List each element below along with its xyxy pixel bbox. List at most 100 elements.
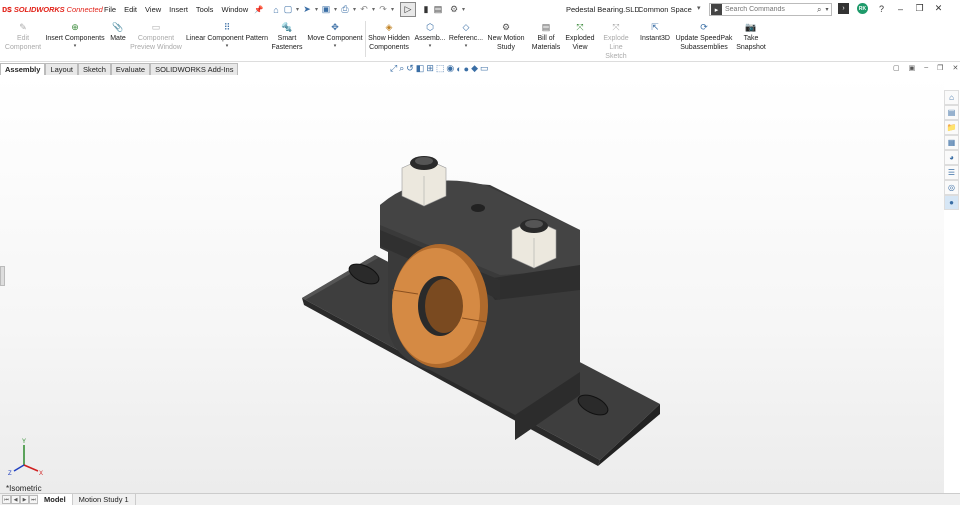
options-dropdown-icon[interactable]: ▾ bbox=[460, 6, 467, 13]
hide-show-icon[interactable]: ◐ bbox=[456, 64, 461, 74]
select-icon[interactable]: ▷ bbox=[400, 2, 416, 17]
next-tab-icon[interactable]: ▶ bbox=[20, 495, 29, 504]
previous-view-icon[interactable]: ↺ bbox=[406, 63, 414, 74]
reference-geometry-dropdown-icon[interactable]: ▾ bbox=[465, 43, 468, 49]
reference-geometry-button[interactable]: ◇ Referenc... ▾ bbox=[449, 21, 483, 50]
new-dropdown-icon[interactable]: ▾ bbox=[294, 6, 301, 13]
print-dropdown-icon[interactable]: ▾ bbox=[351, 6, 358, 13]
space-dropdown-icon[interactable]: ▾ bbox=[697, 4, 701, 12]
section-view-icon[interactable]: ◧ bbox=[416, 63, 425, 74]
undo-icon[interactable]: ↶ bbox=[358, 3, 370, 17]
hex-nut-left[interactable] bbox=[401, 156, 447, 207]
file-explorer-icon[interactable]: 📁 bbox=[944, 120, 959, 135]
rebuild-icon[interactable]: ▮ bbox=[420, 3, 432, 17]
menu-view[interactable]: View bbox=[145, 5, 161, 14]
redo-dropdown-icon[interactable]: ▾ bbox=[389, 6, 396, 13]
mate-button[interactable]: 📎 Mate bbox=[108, 21, 128, 43]
show-hidden-button[interactable]: ◈ Show Hidden Components bbox=[368, 21, 410, 52]
apply-scene-icon[interactable]: ◆ bbox=[471, 63, 478, 74]
menu-tools[interactable]: Tools bbox=[196, 5, 214, 14]
new-document-icon[interactable]: ▢ bbox=[282, 3, 294, 17]
home-icon[interactable]: ⌂ bbox=[270, 3, 282, 17]
display-style-icon[interactable]: ◉ bbox=[446, 63, 454, 74]
graphics-area[interactable]: ⤢ ⌕ ↺ ◧ ⊞ ⬚ ◉ ◐ ● ◆ ▭ ▢ ▣ – ❐ ✕ Y X Z *I… bbox=[0, 63, 958, 493]
exploded-view-button[interactable]: ⤧ Exploded View bbox=[564, 21, 596, 52]
last-tab-icon[interactable]: ⏭ bbox=[29, 495, 38, 504]
linear-pattern-dropdown-icon[interactable]: ▾ bbox=[226, 43, 229, 49]
terminal-icon[interactable]: › bbox=[838, 3, 849, 14]
undo-dropdown-icon[interactable]: ▾ bbox=[370, 6, 377, 13]
avatar[interactable]: RK bbox=[857, 3, 868, 14]
view-orientation-icon[interactable]: ⬚ bbox=[436, 63, 445, 74]
close-icon[interactable]: ✕ bbox=[933, 3, 944, 14]
component-preview-button[interactable]: ▭ Component Preview Window bbox=[130, 21, 182, 52]
view-palette-icon[interactable]: ▦ bbox=[944, 135, 959, 150]
tab-model[interactable]: Model bbox=[38, 494, 73, 505]
menu-file[interactable]: File bbox=[104, 5, 116, 14]
space-selector[interactable]: Common Space bbox=[638, 5, 692, 14]
menu-edit[interactable]: Edit bbox=[124, 5, 137, 14]
options-icon[interactable]: ⚙ bbox=[448, 3, 460, 17]
tab-layout[interactable]: Layout bbox=[45, 63, 78, 75]
search-icon[interactable]: ⌕ bbox=[817, 5, 821, 15]
insert-components-dropdown-icon[interactable]: ▾ bbox=[74, 43, 77, 49]
bronze-bushing[interactable] bbox=[391, 244, 488, 368]
prev-tab-icon[interactable]: ◀ bbox=[11, 495, 20, 504]
move-component-button[interactable]: ✥ Move Component ▾ bbox=[306, 21, 364, 50]
bill-of-materials-button[interactable]: ▤ Bill of Materials bbox=[530, 21, 562, 52]
move-component-dropdown-icon[interactable]: ▾ bbox=[334, 43, 337, 49]
save-dropdown-icon[interactable]: ▾ bbox=[332, 6, 339, 13]
design-library-icon[interactable]: ▤ bbox=[944, 105, 959, 120]
search-dropdown-icon[interactable]: ▾ bbox=[825, 6, 828, 13]
zoom-area-icon[interactable]: ⌕ bbox=[399, 63, 404, 74]
menu-insert[interactable]: Insert bbox=[169, 5, 188, 14]
save-icon[interactable]: ▣ bbox=[320, 3, 332, 17]
pin-menu-icon[interactable]: 📌 bbox=[254, 5, 263, 14]
edit-component-button[interactable]: ✎ Edit Component bbox=[4, 21, 42, 52]
viewport-close-icon[interactable]: ✕ bbox=[952, 64, 958, 72]
tab-addins[interactable]: SOLIDWORKS Add-Ins bbox=[150, 63, 239, 75]
explode-line-sketch-button[interactable]: ⤧ Explode Line Sketch bbox=[598, 21, 634, 61]
zoom-to-fit-icon[interactable]: ⤢ bbox=[390, 63, 397, 74]
viewport-expand-icon[interactable]: ▢ bbox=[893, 64, 900, 72]
solidworks-forum-icon[interactable]: ◎ bbox=[944, 180, 959, 195]
open-dropdown-icon[interactable]: ▾ bbox=[313, 6, 320, 13]
dynamic-annotation-icon[interactable]: ⊞ bbox=[426, 63, 434, 74]
viewport-split-icon[interactable]: ▣ bbox=[909, 64, 916, 72]
assembly-features-button[interactable]: ⬡ Assemb... ▾ bbox=[414, 21, 446, 50]
instant3d-button[interactable]: ⇱ Instant3D bbox=[638, 21, 672, 43]
tab-motion-study-1[interactable]: Motion Study 1 bbox=[73, 494, 136, 505]
open-document-icon[interactable]: ➤ bbox=[301, 3, 313, 17]
tab-assembly[interactable]: Assembly bbox=[0, 63, 46, 75]
connected-icon[interactable]: ● bbox=[944, 195, 959, 210]
insert-components-button[interactable]: ⊕ Insert Components ▾ bbox=[45, 21, 105, 50]
view-settings-icon[interactable]: ▭ bbox=[480, 63, 489, 74]
file-properties-icon[interactable]: ▤ bbox=[432, 3, 444, 17]
viewport-restore-icon[interactable]: ❐ bbox=[937, 64, 943, 72]
take-snapshot-button[interactable]: 📷 Take Snapshot bbox=[736, 21, 766, 52]
new-motion-study-button[interactable]: ⚙ New Motion Study bbox=[486, 21, 526, 52]
search-input[interactable] bbox=[725, 6, 813, 13]
print-icon[interactable]: ⎙ bbox=[339, 3, 351, 17]
linear-pattern-button[interactable]: ⠿ Linear Component Pattern ▾ bbox=[186, 21, 268, 50]
minimize-icon[interactable]: – bbox=[895, 3, 906, 14]
assembly-features-dropdown-icon[interactable]: ▾ bbox=[429, 43, 432, 49]
first-tab-icon[interactable]: ⏮ bbox=[2, 495, 11, 504]
redo-icon[interactable]: ↷ bbox=[377, 3, 389, 17]
viewport-minimize-icon[interactable]: – bbox=[924, 64, 928, 72]
search-commands-icon[interactable]: ▸ bbox=[711, 4, 722, 15]
app-logo[interactable]: ᴅꜱ SOLIDWORKS Connected bbox=[0, 4, 104, 15]
help-icon[interactable]: ? bbox=[876, 3, 887, 14]
appearances-icon[interactable]: ◕ bbox=[944, 150, 959, 165]
tab-sketch[interactable]: Sketch bbox=[77, 63, 111, 75]
custom-properties-icon[interactable]: ☰ bbox=[944, 165, 959, 180]
menu-window[interactable]: Window bbox=[221, 5, 248, 14]
update-speedpak-button[interactable]: ⟳ Update SpeedPak Subassemblies bbox=[675, 21, 733, 52]
edit-appearance-icon[interactable]: ● bbox=[464, 64, 469, 74]
smart-fasteners-button[interactable]: 🔩 Smart Fasteners bbox=[271, 21, 302, 52]
solidworks-resources-icon[interactable]: ⌂ bbox=[944, 90, 959, 105]
tab-evaluate[interactable]: Evaluate bbox=[110, 63, 151, 75]
restore-icon[interactable]: ❐ bbox=[914, 3, 925, 14]
feature-manager-flyout[interactable] bbox=[0, 266, 5, 286]
pedestal-bearing-model[interactable] bbox=[0, 75, 944, 493]
